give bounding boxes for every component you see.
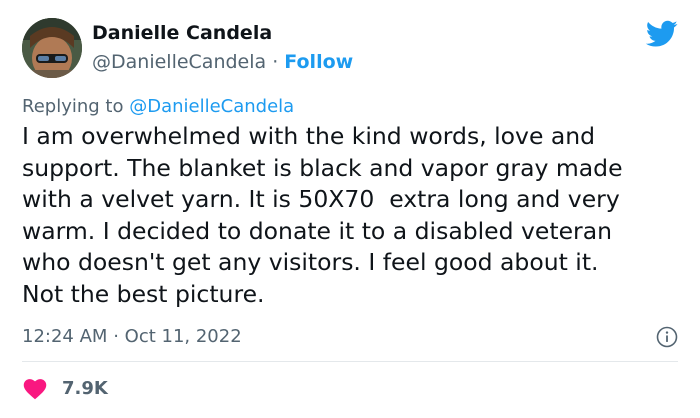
tweet-card: Danielle Candela @DanielleCandela · Foll…: [0, 0, 700, 418]
avatar-photo: [22, 18, 82, 78]
reply-handle-link[interactable]: @DanielleCandela: [129, 96, 294, 117]
tweet-date: Oct 11, 2022: [124, 326, 242, 347]
like-count: 7.9K: [62, 377, 108, 399]
tweet-text: I am overwhelmed with the kind words, lo…: [22, 122, 623, 308]
timestamp-separator: ·: [113, 326, 119, 347]
display-name[interactable]: Danielle Candela: [92, 22, 272, 44]
reply-context: Replying to @DanielleCandela: [22, 96, 294, 117]
twitter-bird-icon[interactable]: [646, 20, 678, 48]
divider: [22, 361, 678, 362]
info-icon[interactable]: [656, 326, 678, 348]
handle-row: @DanielleCandela · Follow: [92, 51, 353, 73]
like-button[interactable]: 7.9K: [22, 376, 108, 400]
avatar[interactable]: [22, 18, 82, 78]
handle-separator: ·: [272, 51, 279, 73]
heart-icon: [23, 379, 47, 400]
reply-prefix: Replying to: [22, 96, 124, 117]
tweet-timestamp[interactable]: 12:24 AM · Oct 11, 2022: [22, 326, 242, 347]
follow-button[interactable]: Follow: [284, 51, 353, 73]
user-handle[interactable]: @DanielleCandela: [92, 51, 266, 73]
tweet-time: 12:24 AM: [22, 326, 108, 347]
